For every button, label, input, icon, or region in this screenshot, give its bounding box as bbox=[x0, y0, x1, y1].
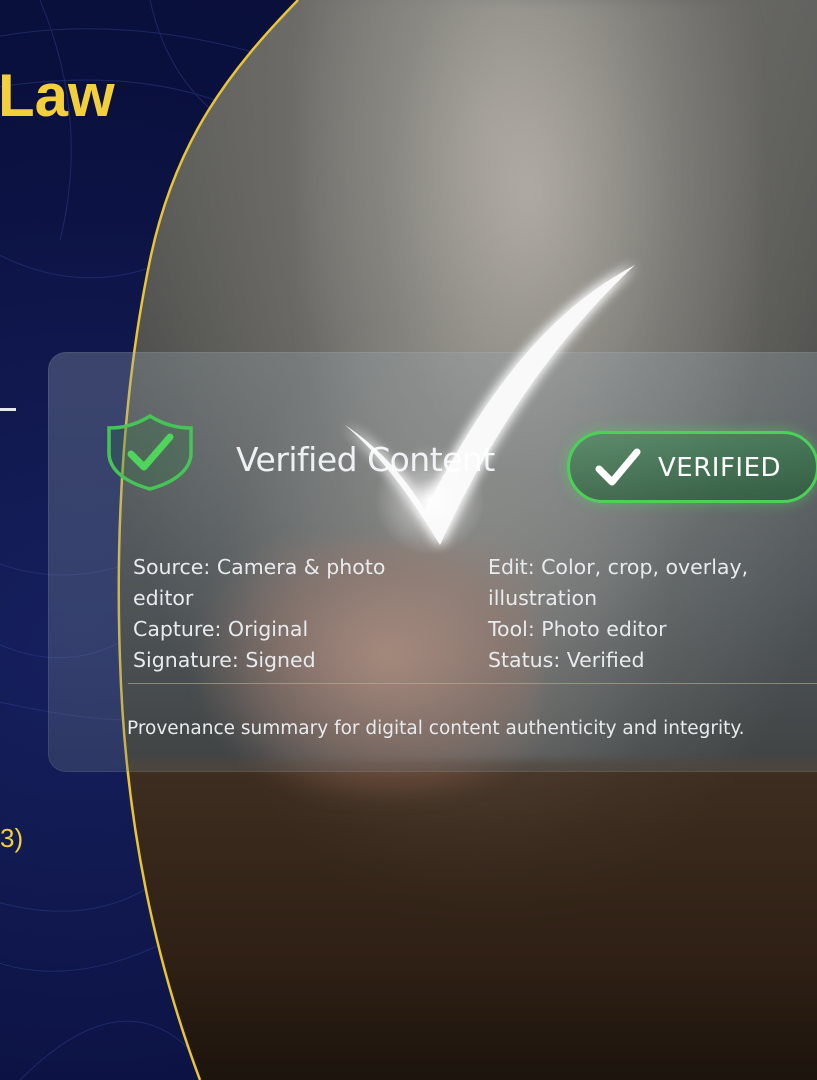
info-left-column: Source: Camera & photo editor Capture: O… bbox=[133, 552, 433, 676]
shield-check-icon bbox=[107, 413, 193, 491]
slide: Law 3) Verified Content VERIFIED Source:… bbox=[0, 0, 817, 1080]
info-row: Tool: Photo editor bbox=[488, 617, 667, 641]
citation-fragment: 3) bbox=[0, 823, 24, 853]
info-row: Edit: Color, crop, overlay, bbox=[488, 555, 749, 579]
provenance-summary: Provenance summary for digital content a… bbox=[127, 718, 745, 739]
info-right-column: Edit: Color, crop, overlay, illustration… bbox=[488, 552, 808, 676]
info-row: illustration bbox=[488, 586, 598, 610]
badge-label: VERIFIED bbox=[658, 453, 782, 483]
card-title: Verified Content bbox=[236, 440, 495, 479]
check-icon bbox=[595, 448, 641, 486]
info-row: Status: Verified bbox=[488, 648, 645, 672]
info-row: editor bbox=[133, 586, 194, 610]
card-divider bbox=[128, 683, 817, 684]
bullet-dash bbox=[0, 408, 16, 411]
photo-desk-blur bbox=[100, 760, 817, 1080]
info-row: Signature: Signed bbox=[133, 648, 316, 672]
info-row: Source: Camera & photo bbox=[133, 555, 386, 579]
verified-badge: VERIFIED bbox=[567, 431, 817, 503]
info-row: Capture: Original bbox=[133, 617, 309, 641]
slide-title-fragment: Law bbox=[0, 62, 115, 129]
